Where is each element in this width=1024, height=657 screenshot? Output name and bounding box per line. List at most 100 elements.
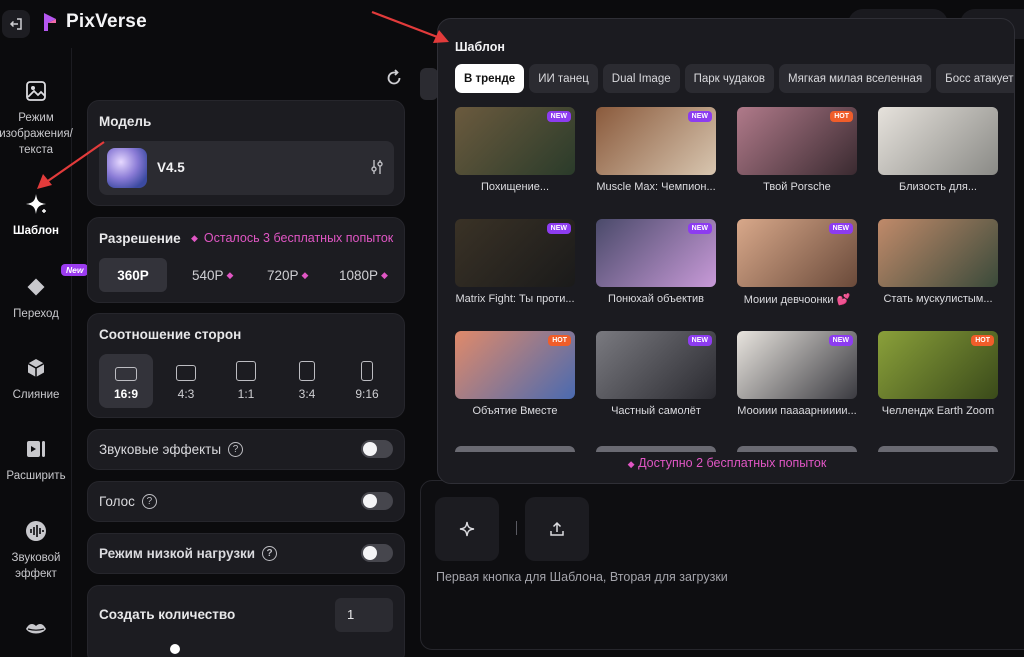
new-badge: NEW — [687, 111, 712, 122]
template-thumbnail: NEW — [596, 107, 716, 175]
aspect-option-1-1[interactable]: 1:1 — [219, 354, 273, 408]
voice-toggle[interactable] — [361, 492, 393, 510]
sidebar-item-label: Расширить — [6, 470, 66, 482]
template-thumbnail — [878, 107, 998, 175]
new-badge: NEW — [687, 335, 712, 346]
sound-effects-label: Звуковые эффекты ? — [99, 442, 244, 457]
template-card[interactable]: NEW Понюхай объектив — [596, 219, 716, 305]
help-icon[interactable]: ? — [228, 442, 244, 457]
tab-boss-attacks[interactable]: Босс атакует — [936, 64, 1014, 93]
template-card-label: Понюхай объектив — [608, 293, 704, 305]
sidebar-item-image-text-mode[interactable]: Режим изображения/ текста — [0, 78, 73, 158]
low-load-row: Режим низкой нагрузки ? — [87, 533, 405, 574]
sidebar-item-label: Шаблон — [13, 225, 59, 237]
template-card-peek — [596, 446, 716, 452]
sidebar-item-lipsync[interactable] — [0, 616, 72, 648]
upload-button[interactable] — [525, 497, 589, 561]
template-card[interactable]: HOT Твой Porsche — [737, 107, 857, 193]
sidebar-item-extend[interactable]: Расширить — [0, 436, 72, 484]
count-title: Создать количество — [99, 607, 236, 622]
template-card[interactable]: HOT Объятие Вместе — [455, 331, 575, 417]
new-badge: NEW — [828, 223, 853, 234]
hot-badge: HOT — [830, 111, 853, 122]
resolution-option-360p[interactable]: 360P — [99, 258, 167, 292]
template-card[interactable]: NEW Мооиии паааарнииии... — [737, 331, 857, 417]
low-load-label: Режим низкой нагрузки ? — [99, 546, 278, 561]
tune-icon[interactable] — [370, 159, 384, 180]
resolution-label: 540P — [192, 267, 224, 283]
resolution-title: Разрешение — [99, 231, 181, 246]
resolution-option-1080p[interactable]: 1080P ◆ — [339, 258, 388, 292]
template-card[interactable]: NEW Частный самолёт — [596, 331, 716, 417]
template-card-label: Челлендж Earth Zoom — [881, 405, 995, 417]
resolution-option-720p[interactable]: 720P ◆ — [267, 258, 308, 292]
sidebar-item-sound-effect[interactable]: Звуковой эффект — [0, 518, 72, 582]
free-attempts-text: Осталось 3 бесплатных попыток — [203, 231, 394, 245]
template-button[interactable] — [435, 497, 499, 561]
aspect-ratio-panel: Соотношение сторон 16:9 4:3 1:1 3:4 9:16 — [87, 313, 405, 418]
template-card-peek — [737, 446, 857, 452]
template-card[interactable]: HOT Челлендж Earth Zoom — [878, 331, 998, 417]
template-card[interactable]: NEW Моиии девчоонки 💕 — [737, 219, 857, 306]
template-card[interactable]: NEW Похищение... — [455, 107, 575, 193]
tab-dual-image[interactable]: Dual Image — [602, 64, 680, 93]
low-load-toggle[interactable] — [361, 544, 393, 562]
template-card[interactable]: NEW Matrix Fight: Ты проти... — [455, 219, 575, 305]
logo[interactable]: PixVerse — [42, 11, 147, 33]
tab-soft-cute-universe[interactable]: Мягкая милая вселенная — [779, 64, 932, 93]
template-thumbnail — [878, 219, 998, 287]
help-icon[interactable]: ? — [141, 494, 157, 509]
template-card[interactable]: Близость для... — [878, 107, 998, 193]
resolution-panel: Разрешение ◆ Осталось 3 бесплатных попыт… — [87, 217, 405, 303]
gem-icon: ◆ — [226, 269, 234, 280]
template-card[interactable]: NEW Muscle Max: Чемпион... — [596, 107, 716, 193]
sparkle-icon — [459, 521, 475, 537]
aspect-option-3-4[interactable]: 3:4 — [280, 354, 334, 408]
tab-ai-dance[interactable]: ИИ танец — [529, 64, 598, 93]
free-attempts-notice: ◆ Осталось 3 бесплатных попыток — [191, 231, 393, 245]
sound-effects-text: Звуковые эффекты — [99, 442, 222, 457]
sidebar-item-label: Звуковой эффект — [11, 552, 61, 580]
divider — [516, 521, 517, 535]
model-selector[interactable]: V4.5 — [99, 141, 394, 195]
sidebar-item-merge[interactable]: Слияние — [0, 355, 72, 403]
template-card-label: Моиии девчоонки 💕 — [743, 294, 851, 306]
template-card-peek — [455, 446, 575, 452]
popup-title: Шаблон — [455, 40, 505, 54]
resolution-option-540p[interactable]: 540P ◆ — [192, 258, 233, 292]
free-attempts-footer-text: Доступно 2 бесплатных попыток — [638, 456, 827, 470]
voice-text: Голос — [99, 494, 135, 509]
template-card[interactable]: Стать мускулистым... — [878, 219, 998, 305]
sidebar-item-label: Переход — [13, 308, 59, 320]
tab-trending[interactable]: В тренде — [455, 64, 525, 93]
sound-effects-toggle[interactable] — [361, 440, 393, 458]
collapsed-control[interactable] — [420, 68, 438, 100]
refresh-icon[interactable] — [384, 68, 404, 93]
tab-freak-park[interactable]: Парк чудаков — [684, 64, 775, 93]
sidebar-item-transition[interactable]: New Переход — [0, 264, 89, 322]
model-name: V4.5 — [157, 160, 185, 175]
sidebar-item-label: Слияние — [12, 389, 60, 401]
template-tabs: В тренде ИИ танец Dual Image Парк чудако… — [455, 64, 1014, 93]
count-input[interactable]: 1 — [335, 598, 393, 632]
template-popup: Шаблон В тренде ИИ танец Dual Image Парк… — [437, 18, 1015, 484]
help-icon[interactable]: ? — [262, 546, 278, 561]
app-name: PixVerse — [66, 11, 147, 32]
template-card-peek — [878, 446, 998, 452]
gem-icon: ◆ — [191, 232, 198, 243]
sidebar-item-template[interactable]: Шаблон — [0, 191, 72, 239]
aspect-option-4-3[interactable]: 4:3 — [159, 354, 213, 408]
aspect-option-16-9[interactable]: 16:9 — [99, 354, 153, 408]
ratio-shape-icon — [115, 367, 137, 381]
template-card-label: Matrix Fight: Ты проти... — [455, 293, 575, 305]
back-button[interactable] — [2, 10, 30, 38]
count-slider-handle[interactable] — [170, 644, 180, 654]
model-title: Модель — [99, 114, 152, 129]
model-panel: Модель V4.5 — [87, 100, 405, 206]
cube-icon — [23, 355, 49, 381]
aspect-option-9-16[interactable]: 9:16 — [340, 354, 394, 408]
sparkle-icon — [23, 191, 49, 217]
template-thumbnail: NEW — [737, 331, 857, 399]
aspect-label: 1:1 — [237, 387, 255, 401]
template-thumbnail: NEW — [737, 219, 857, 287]
